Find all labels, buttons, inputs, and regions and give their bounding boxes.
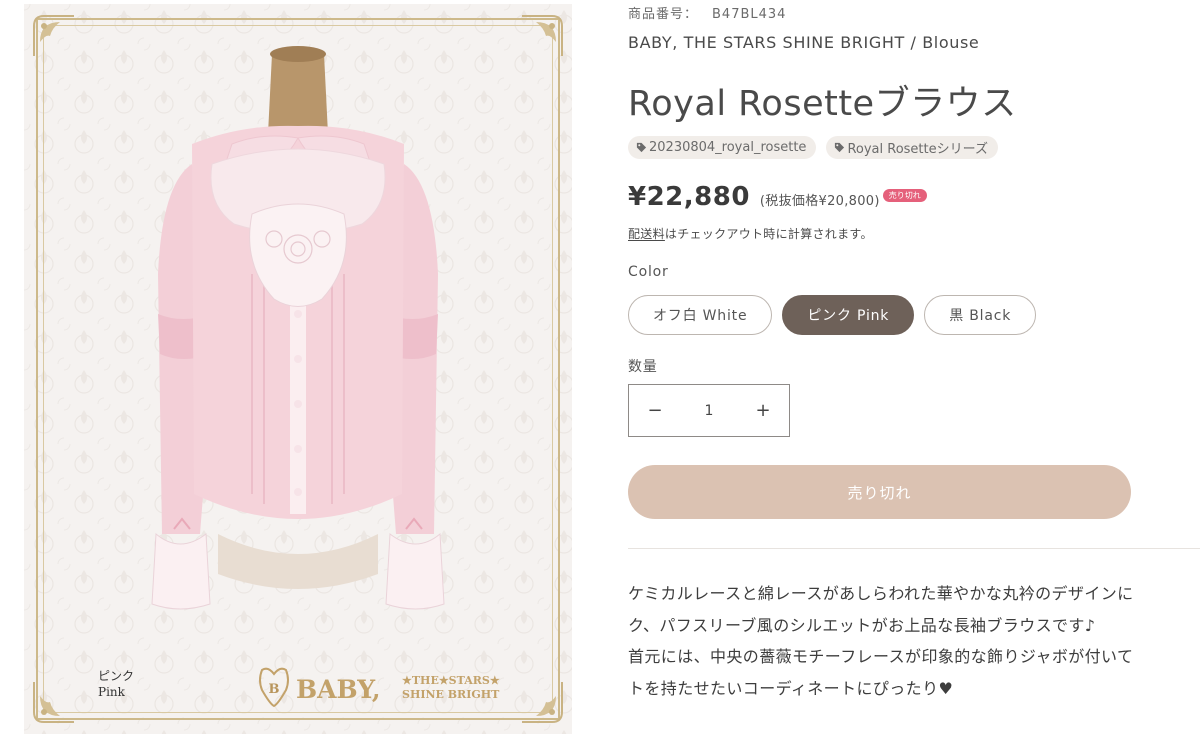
tag-icon bbox=[835, 142, 845, 153]
color-option-white[interactable]: オフ白 White bbox=[628, 295, 773, 335]
tag-label: Royal Rosetteシリーズ bbox=[847, 142, 988, 157]
price-row: ¥22,880 (税抜価格¥20,800) 売り切れ bbox=[628, 182, 927, 212]
color-caption-en: Pink bbox=[98, 685, 125, 699]
price: ¥22,880 bbox=[628, 182, 750, 212]
product-image[interactable]: ピンク Pink B BABY, ★THE★STARS★ SHINE BRIGH… bbox=[24, 4, 572, 734]
svg-text:B: B bbox=[269, 682, 280, 697]
price-excluding-tax: (税抜価格¥20,800) bbox=[759, 194, 880, 209]
description-line: トを持たせたいコーディネートにぴったり♥ bbox=[628, 678, 954, 698]
quantity-label: 数量 bbox=[628, 359, 658, 375]
description-line: ク、パフスリーブ風のシルエットがお上品な長袖ブラウスです♪ bbox=[628, 615, 1096, 635]
color-option-pink[interactable]: ピンク Pink bbox=[782, 295, 915, 335]
quantity-input[interactable] bbox=[681, 385, 737, 436]
tag-label: 20230804_royal_rosette bbox=[649, 140, 807, 155]
tag-icon bbox=[636, 142, 647, 153]
color-options: オフ白 White ピンク Pink 黒 Black bbox=[628, 295, 1037, 335]
soldout-badge: 売り切れ bbox=[882, 189, 927, 202]
tag-chip[interactable]: Royal Rosetteシリーズ bbox=[826, 136, 998, 159]
product-title: Royal Rosetteブラウス bbox=[628, 84, 1017, 124]
color-option-black[interactable]: 黒 Black bbox=[924, 295, 1037, 335]
corner-ornament-icon bbox=[522, 682, 563, 723]
sku-value: B47BL434 bbox=[712, 7, 787, 22]
shipping-note: 配送料はチェックアウト時に計算されます。 bbox=[628, 225, 873, 242]
corner-ornament-icon bbox=[33, 15, 74, 56]
color-caption: ピンク Pink bbox=[98, 668, 134, 700]
color-option-label: Color bbox=[628, 264, 669, 280]
brand-line: BABY, THE STARS SHINE BRIGHT / Blouse bbox=[628, 33, 980, 52]
svg-text:★THE★STARS★: ★THE★STARS★ bbox=[402, 674, 500, 687]
product-description: ケミカルレースと綿レースがあしらわれた華やかな丸衿のデザインに ク、パフスリーブ… bbox=[628, 578, 1200, 704]
sku: 商品番号： B47BL434 bbox=[628, 3, 786, 22]
corner-ornament-icon bbox=[522, 15, 563, 56]
divider bbox=[628, 548, 1200, 549]
quantity-increase-button[interactable]: + bbox=[737, 385, 789, 436]
svg-text:BABY,: BABY, bbox=[296, 675, 381, 704]
brand-logo: B BABY, ★THE★STARS★ SHINE BRIGHT bbox=[259, 667, 500, 708]
quantity-decrease-button[interactable]: − bbox=[629, 385, 681, 436]
description-line: 首元には、中央の薔薇モチーフレースが印象的な飾りジャボが付いて bbox=[628, 647, 1134, 666]
shipping-note-text: はチェックアウト時に計算されます。 bbox=[664, 227, 873, 241]
tag-list: 20230804_royal_rosette Royal Rosetteシリーズ bbox=[628, 136, 998, 159]
color-caption-ja: ピンク bbox=[98, 669, 135, 683]
quantity-stepper: − + bbox=[628, 384, 790, 437]
shipping-link[interactable]: 配送料 bbox=[628, 227, 665, 241]
soldout-button[interactable]: 売り切れ bbox=[628, 465, 1131, 519]
tag-chip[interactable]: 20230804_royal_rosette bbox=[628, 136, 817, 159]
corner-ornament-icon bbox=[33, 682, 74, 723]
sku-label: 商品番号： bbox=[628, 7, 699, 22]
svg-text:SHINE BRIGHT: SHINE BRIGHT bbox=[402, 688, 500, 701]
description-line: ケミカルレースと綿レースがあしらわれた華やかな丸衿のデザインに bbox=[628, 584, 1134, 603]
blouse-photo bbox=[151, 46, 445, 610]
product-info: 商品番号： B47BL434 BABY, THE STARS SHINE BRIG… bbox=[628, 0, 1200, 738]
